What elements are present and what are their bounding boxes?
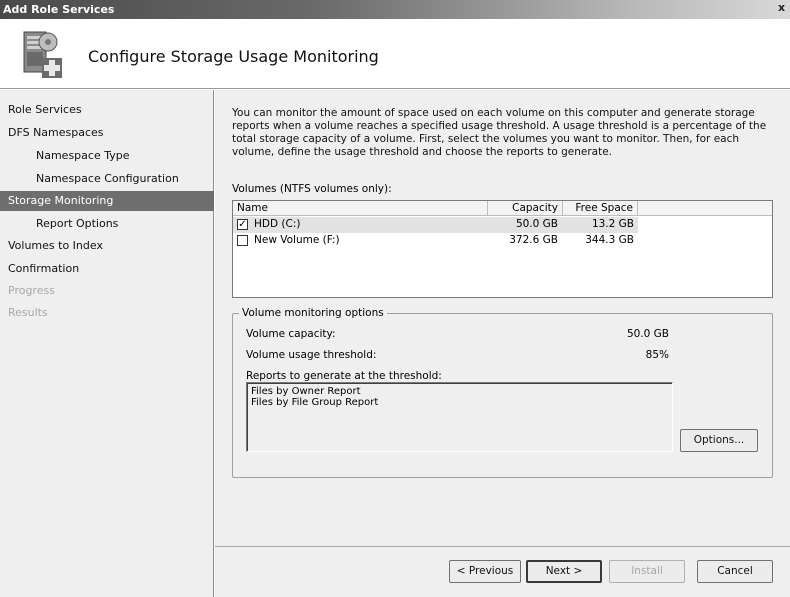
list-item: Files by Owner Report (251, 386, 361, 397)
volumes-list[interactable]: Name Capacity Free Space ✓ HDD (C:) 50.0… (232, 200, 773, 298)
window-titlebar: Add Role Services x (0, 0, 790, 19)
close-icon[interactable]: x (778, 1, 790, 17)
footer-divider (215, 546, 790, 547)
nav-item-confirmation[interactable]: Confirmation (0, 259, 214, 279)
reports-list: Files by Owner Report Files by File Grou… (246, 382, 673, 452)
volumes-label: Volumes (NTFS volumes only): (232, 183, 392, 195)
nav-item-results: Results (8, 306, 48, 319)
page-title: Configure Storage Usage Monitoring (88, 47, 379, 66)
cancel-button[interactable]: Cancel (697, 560, 773, 583)
volume-checkbox[interactable] (237, 235, 248, 246)
previous-button[interactable]: < Previous (449, 560, 521, 583)
volume-capacity: 50.0 GB (515, 218, 558, 230)
group-legend: Volume monitoring options (239, 307, 387, 319)
description-text: You can monitor the amount of space used… (232, 107, 767, 158)
nav-item-report-options[interactable]: Report Options (0, 214, 214, 234)
server-storage-icon (23, 31, 62, 78)
table-row[interactable]: ✓ HDD (C:) 50.0 GB 13.2 GB (233, 217, 638, 233)
column-header-capacity[interactable]: Capacity (488, 201, 563, 216)
table-row[interactable]: New Volume (F:) 372.6 GB 344.3 GB (233, 233, 772, 249)
reports-label: Reports to generate at the threshold: (246, 370, 442, 382)
nav-item-role-services[interactable]: Role Services (0, 100, 214, 120)
column-header-free-space[interactable]: Free Space (563, 201, 638, 216)
nav-item-namespace-type[interactable]: Namespace Type (0, 146, 214, 166)
window-title: Add Role Services (3, 3, 115, 16)
options-button[interactable]: Options... (680, 429, 758, 452)
volume-capacity-value: 50.0 GB (626, 328, 669, 340)
page-header: Configure Storage Usage Monitoring (0, 19, 790, 89)
volume-capacity: 372.6 GB (509, 234, 558, 246)
volume-free-space: 344.3 GB (585, 234, 634, 246)
install-button: Install (609, 560, 685, 583)
volume-checkbox[interactable]: ✓ (237, 219, 248, 230)
usage-threshold-value: 85% (645, 349, 669, 361)
volume-name: HDD (C:) (254, 218, 301, 230)
volume-free-space: 13.2 GB (591, 218, 634, 230)
wizard-nav: Role Services DFS Namespaces Namespace T… (0, 90, 214, 597)
nav-item-dfs-namespaces[interactable]: DFS Namespaces (0, 123, 214, 143)
next-button[interactable]: Next > (526, 560, 602, 583)
volumes-list-header: Name Capacity Free Space (233, 201, 772, 216)
volume-monitoring-options-group: Volume monitoring options Volume capacit… (232, 307, 773, 478)
usage-threshold-label: Volume usage threshold: (246, 349, 377, 361)
volume-capacity-label: Volume capacity: (246, 328, 336, 340)
nav-item-volumes-to-index[interactable]: Volumes to Index (0, 236, 214, 256)
nav-item-storage-monitoring[interactable]: Storage Monitoring (0, 191, 214, 211)
nav-item-progress: Progress (8, 284, 55, 297)
nav-item-namespace-configuration[interactable]: Namespace Configuration (0, 169, 214, 189)
list-item: Files by File Group Report (251, 397, 379, 408)
column-header-name[interactable]: Name (233, 201, 488, 216)
volume-name: New Volume (F:) (254, 234, 340, 246)
main-content: You can monitor the amount of space used… (215, 90, 790, 597)
